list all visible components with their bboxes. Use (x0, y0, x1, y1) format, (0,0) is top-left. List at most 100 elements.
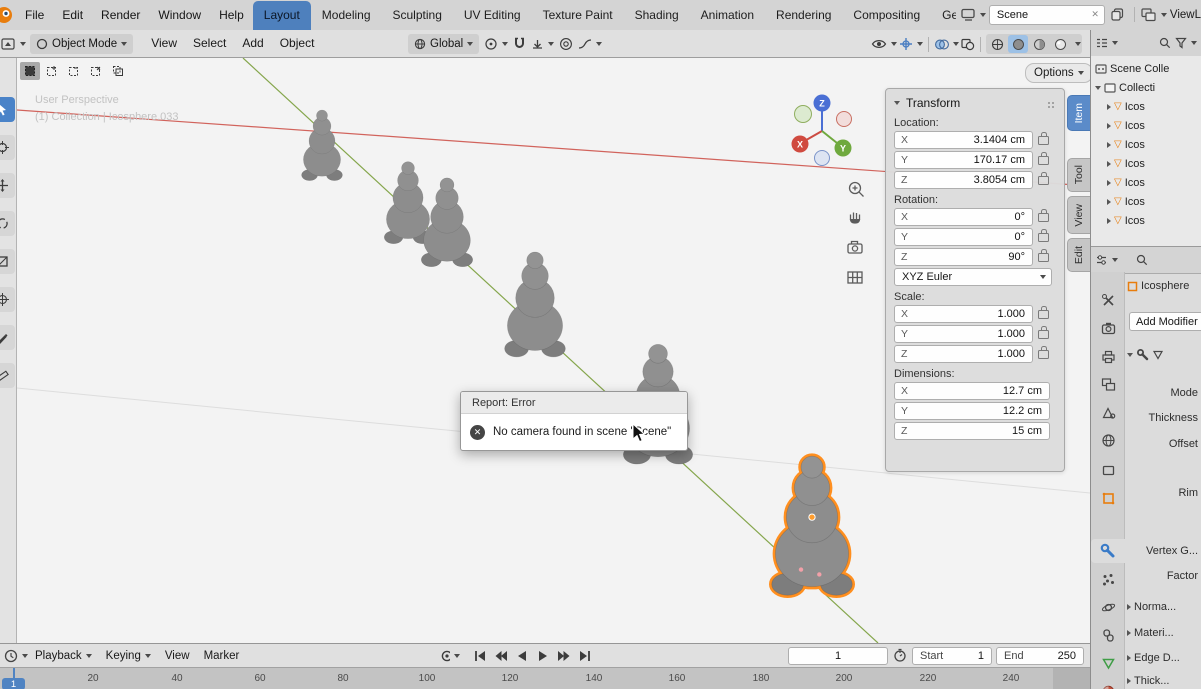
outliner-row-icosphere[interactable]: ▽ Icos (1095, 154, 1201, 173)
lock-scale-x-icon[interactable] (1038, 305, 1049, 319)
overlays-dropdown[interactable] (934, 38, 959, 51)
modifier-field-thickness[interactable]: Thickness (1148, 412, 1198, 424)
menu-select[interactable]: Select (185, 30, 234, 57)
rotation-x-field[interactable]: X 0° (894, 208, 1033, 226)
outliner-filter-icon[interactable] (1175, 37, 1197, 49)
view-layer-properties-icon[interactable] (1091, 372, 1125, 396)
scale-z-field[interactable]: Z 1.000 (894, 345, 1033, 363)
particle-properties-icon[interactable] (1091, 567, 1125, 591)
panel-drag-dots[interactable] (1048, 102, 1050, 104)
modifier-section-materials[interactable]: Materi... (1127, 627, 1174, 639)
material-properties-icon[interactable] (1091, 679, 1125, 689)
sidebar-tab-item[interactable]: Item (1067, 95, 1090, 131)
outliner-row-icosphere[interactable]: ▽ Icos (1095, 173, 1201, 192)
modifier-field-factor[interactable]: Factor (1167, 570, 1198, 582)
lock-location-x-icon[interactable] (1038, 131, 1049, 145)
modifier-field-vertex-group[interactable]: Vertex G... (1146, 545, 1198, 557)
expand-icon[interactable] (1107, 122, 1111, 129)
lock-rotation-z-icon[interactable] (1038, 248, 1049, 262)
select-subtract-button[interactable] (64, 62, 84, 80)
location-x-field[interactable]: X 3.1404 cm (894, 131, 1033, 149)
rotation-mode-dropdown[interactable]: XYZ Euler (894, 268, 1052, 286)
expand-icon[interactable] (1095, 85, 1101, 90)
play-reverse-button[interactable] (512, 647, 532, 665)
options-button[interactable]: Options (1025, 63, 1090, 83)
editor-type-button[interactable] (1, 37, 26, 51)
constraint-properties-icon[interactable] (1091, 623, 1125, 647)
expand-icon[interactable] (1107, 217, 1111, 224)
properties-editor-button[interactable] (1095, 254, 1118, 266)
select-intersect-button[interactable] (108, 62, 128, 80)
current-frame-field[interactable]: 1 (788, 647, 888, 665)
outliner-search-icon[interactable] (1159, 37, 1171, 49)
blender-logo-icon[interactable] (0, 5, 15, 25)
tool-cursor[interactable] (0, 135, 15, 160)
select-invert-button[interactable] (86, 62, 106, 80)
rotation-z-field[interactable]: Z 90° (894, 248, 1033, 266)
shading-solid-button[interactable] (1008, 35, 1028, 53)
gizmo-axis-neg-z[interactable] (814, 150, 830, 166)
tool-properties-icon[interactable] (1091, 288, 1125, 312)
timeline-menu-keying[interactable]: Keying (99, 650, 158, 662)
gizmo-axis-neg-x[interactable] (836, 111, 852, 127)
view-layer-icon[interactable] (1141, 7, 1167, 22)
outliner-row-icosphere[interactable]: ▽ Icos (1095, 192, 1201, 211)
lock-location-z-icon[interactable] (1038, 171, 1049, 185)
tool-transform[interactable] (0, 287, 15, 312)
location-z-field[interactable]: Z 3.8054 cm (894, 171, 1033, 189)
timeline-ruler[interactable]: 20 40 60 80 100 120 140 160 180 200 220 … (0, 667, 1090, 689)
outliner-row-icosphere[interactable]: ▽ Icos (1095, 135, 1201, 154)
outliner-row-icosphere[interactable]: ▽ Icos (1095, 97, 1201, 116)
shading-material-button[interactable] (1029, 35, 1049, 53)
use-preview-range-button[interactable] (893, 648, 907, 663)
menu-help[interactable]: Help (210, 1, 253, 30)
workspace-tab-animation[interactable]: Animation (690, 1, 765, 30)
outliner-row-scene-collection[interactable]: Scene Colle (1095, 59, 1201, 78)
next-keyframe-button[interactable] (554, 647, 574, 665)
timeline-editor-button[interactable] (4, 649, 28, 663)
add-modifier-button[interactable]: Add Modifier (1129, 312, 1201, 331)
properties-breadcrumb[interactable]: Icosphere (1127, 280, 1189, 292)
workspace-tab-sculpting[interactable]: Sculpting (382, 1, 453, 30)
expand-icon[interactable] (1107, 198, 1111, 205)
menu-render[interactable]: Render (92, 1, 149, 30)
tool-select-box[interactable] (0, 97, 15, 122)
shading-rendered-button[interactable] (1050, 35, 1070, 53)
toggle-perspective-icon[interactable] (847, 271, 863, 284)
new-scene-button[interactable] (1108, 5, 1128, 25)
modifier-properties-icon[interactable] (1091, 539, 1125, 563)
tool-rotate[interactable] (0, 211, 15, 236)
scale-x-field[interactable]: X 1.000 (894, 305, 1033, 323)
scene-browse-icon[interactable] (961, 8, 986, 21)
pivot-point-dropdown[interactable] (484, 37, 509, 51)
icosphere-object[interactable] (301, 109, 343, 181)
modifier-section-normals[interactable]: Norma... (1127, 601, 1176, 613)
menu-window[interactable]: Window (149, 1, 210, 30)
workspace-tab-uv-editing[interactable]: UV Editing (453, 1, 532, 30)
jump-to-end-button[interactable] (575, 647, 595, 665)
visibility-dropdown[interactable] (871, 38, 897, 50)
scene-name-field[interactable]: Scene ✕ (988, 4, 1105, 25)
error-popup[interactable]: Report: Error ✕ No camera found in scene… (460, 391, 688, 451)
frame-end-field[interactable]: End 250 (996, 647, 1084, 665)
modifier-field-mode[interactable]: Mode (1170, 387, 1198, 399)
select-set-button[interactable] (20, 62, 40, 80)
view-layer-name[interactable]: ViewL (1170, 9, 1201, 21)
menu-file[interactable]: File (16, 1, 53, 30)
sidebar-tab-tool[interactable]: Tool (1067, 158, 1090, 192)
scale-y-field[interactable]: Y 1.000 (894, 325, 1033, 343)
workspace-tab-compositing[interactable]: Compositing (842, 1, 931, 30)
proportional-edit-toggle[interactable] (559, 37, 573, 51)
timeline-menu-view[interactable]: View (158, 650, 197, 662)
frame-start-field[interactable]: Start 1 (912, 647, 992, 665)
physics-properties-icon[interactable] (1091, 595, 1125, 619)
modifier-section-edge-data[interactable]: Edge D... (1127, 652, 1180, 664)
move-view-hand-icon[interactable] (849, 212, 861, 224)
expand-icon[interactable] (1107, 141, 1111, 148)
lock-scale-z-icon[interactable] (1038, 345, 1049, 359)
timeline-menu-marker[interactable]: Marker (197, 650, 247, 662)
sidebar-tab-view[interactable]: View (1067, 196, 1090, 234)
workspace-tab-texture-paint[interactable]: Texture Paint (532, 1, 624, 30)
modifier-field-rim[interactable]: Rim (1178, 487, 1198, 499)
zoom-icon[interactable] (848, 181, 864, 197)
